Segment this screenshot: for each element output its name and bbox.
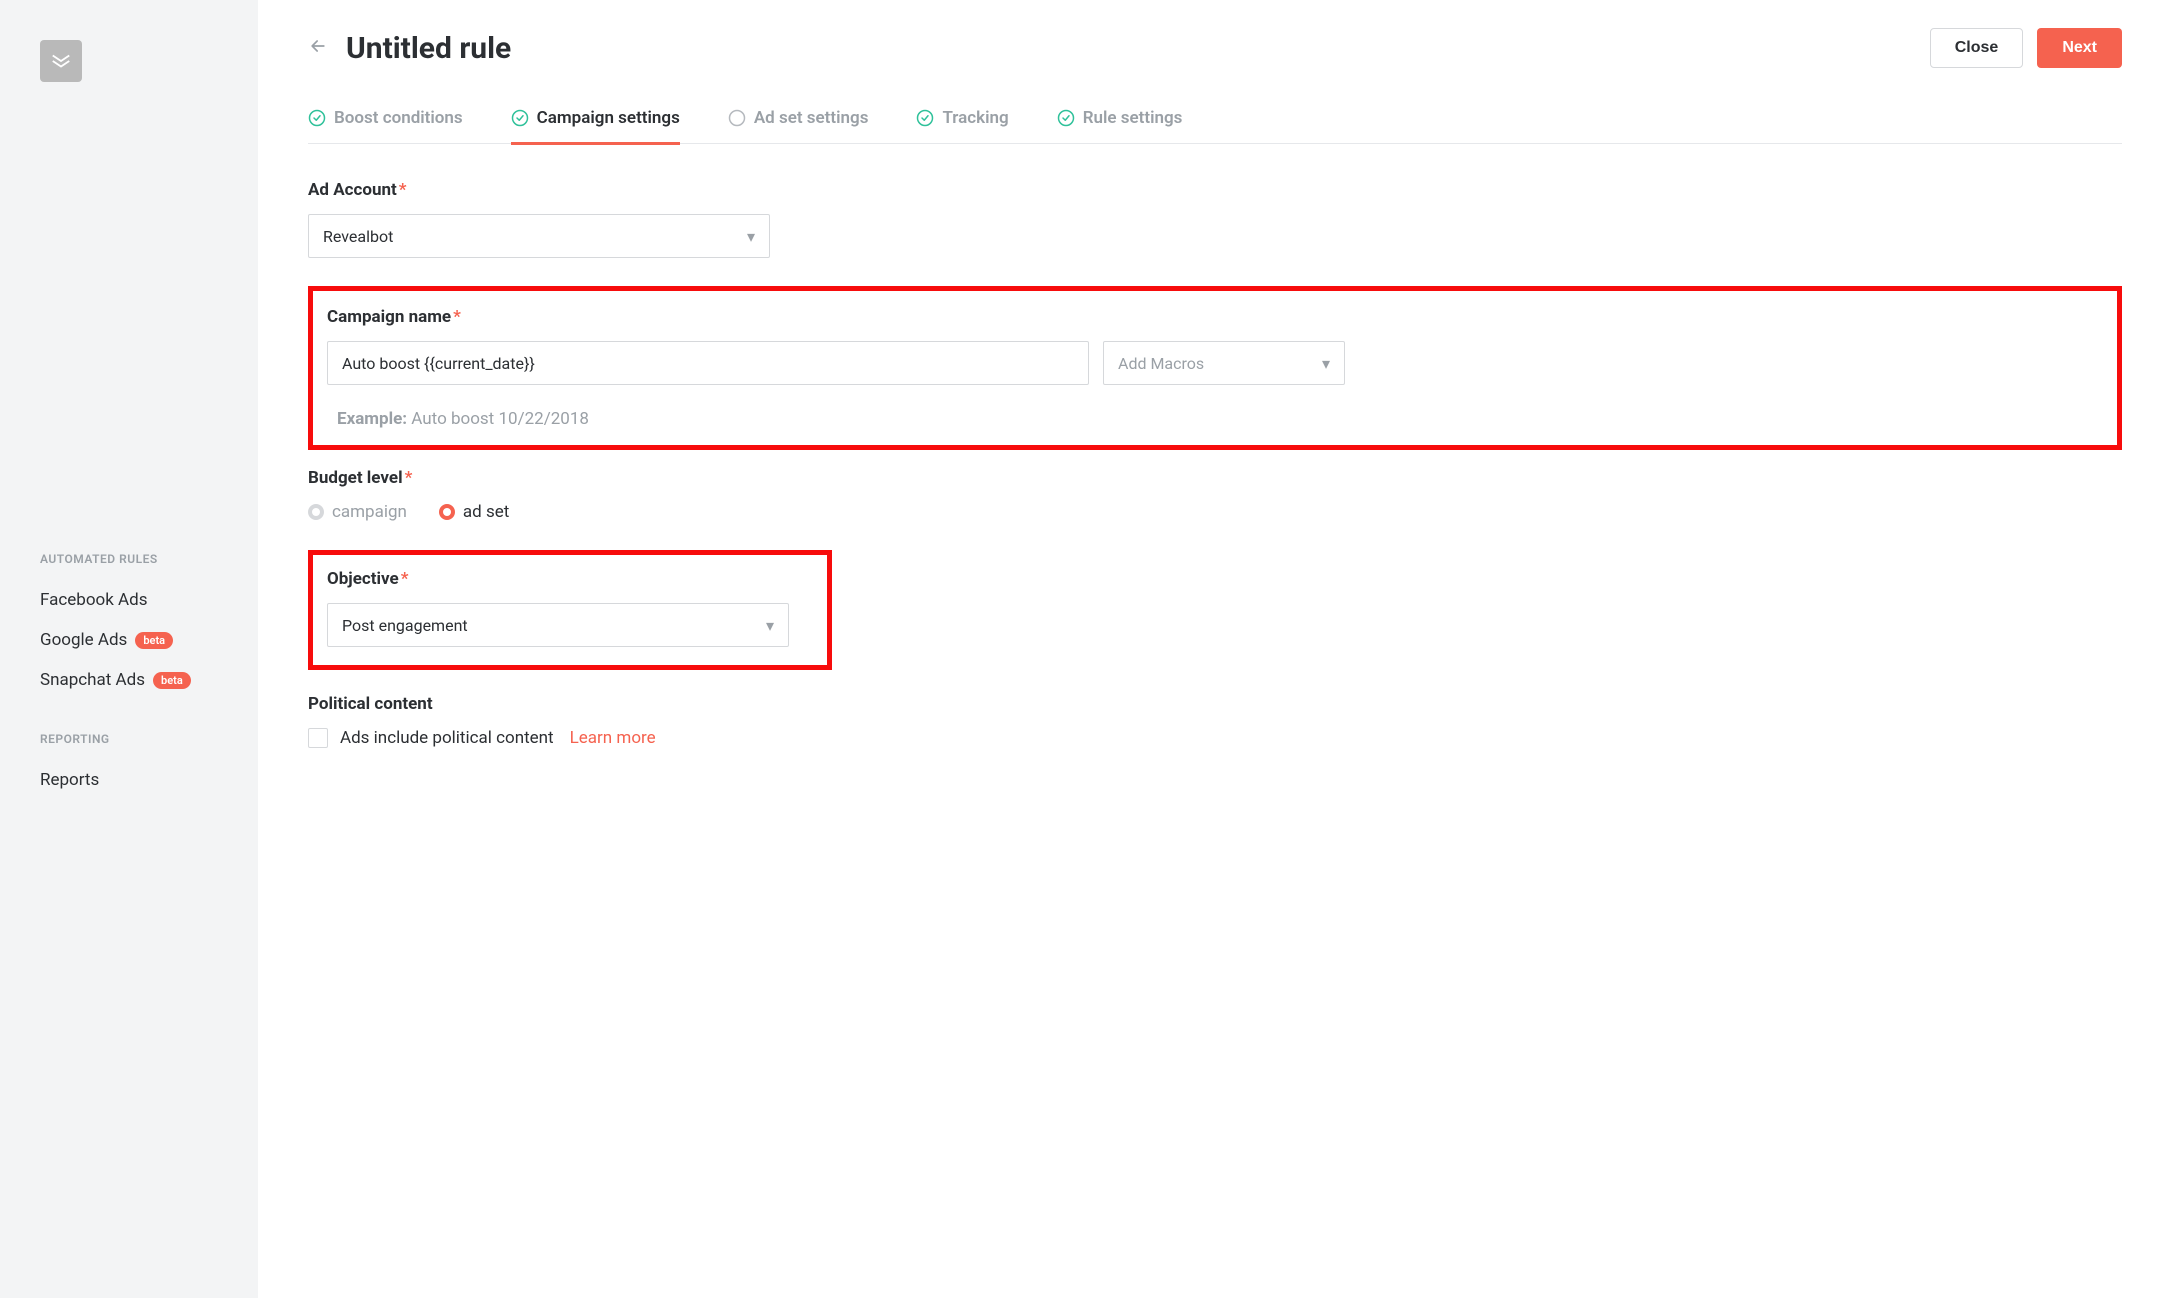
objective-label: Objective* [327,569,813,589]
check-circle-icon [308,109,326,127]
sidebar-item-facebook-ads[interactable]: Facebook Ads [0,580,258,620]
tab-ad-set-settings[interactable]: Ad set settings [728,108,869,145]
tab-label: Boost conditions [334,108,463,128]
tab-boost-conditions[interactable]: Boost conditions [308,108,463,145]
arrow-left-icon [308,36,328,56]
sidebar-section-automated-rules: AUTOMATED RULES [0,552,258,580]
tabs: Boost conditions Campaign settings Ad se… [308,108,2122,144]
radio-ad-set[interactable]: ad set [439,502,509,522]
political-checkbox[interactable] [308,728,328,748]
close-button[interactable]: Close [1930,28,2024,68]
sidebar-item-label: Reports [40,770,99,790]
logo[interactable] [40,40,82,82]
political-content-group: Political content Ads include political … [308,694,2122,748]
learn-more-link[interactable]: Learn more [570,728,656,748]
chevron-down-icon: ▾ [747,227,755,246]
budget-level-group: Budget level* campaign ad set [308,468,2122,522]
sidebar-item-reports[interactable]: Reports [0,760,258,800]
ad-account-label: Ad Account* [308,180,2122,200]
next-button[interactable]: Next [2037,28,2122,68]
campaign-name-highlight: Campaign name* Auto boost {{current_date… [308,286,2122,450]
logo-icon [50,50,72,72]
checkbox-label: Ads include political content [340,728,554,748]
ad-account-group: Ad Account* Revealbot ▾ [308,180,2122,258]
tab-tracking[interactable]: Tracking [916,108,1008,145]
beta-badge: beta [135,632,173,649]
chevron-down-icon: ▾ [766,616,774,635]
tab-label: Ad set settings [754,108,869,128]
check-circle-icon [511,109,529,127]
tab-campaign-settings[interactable]: Campaign settings [511,108,680,145]
sidebar-item-label: Snapchat Ads [40,670,145,690]
radio-icon [439,504,455,520]
tab-label: Tracking [942,108,1008,128]
sidebar-section-reporting: REPORTING [0,732,258,760]
sidebar-item-snapchat-ads[interactable]: Snapchat Ads beta [0,660,258,700]
tab-label: Rule settings [1083,108,1183,128]
select-value: Revealbot [323,227,393,246]
sidebar: AUTOMATED RULES Facebook Ads Google Ads … [0,0,258,1298]
budget-level-label: Budget level* [308,468,2122,488]
check-circle-icon [916,109,934,127]
campaign-name-example: Example: Auto boost 10/22/2018 [327,409,2103,429]
radio-icon [308,504,324,520]
select-value: Post engagement [342,616,468,635]
chevron-down-icon: ▾ [1322,354,1330,373]
ad-account-select[interactable]: Revealbot ▾ [308,214,770,258]
beta-badge: beta [153,672,191,689]
select-placeholder: Add Macros [1118,354,1204,373]
tab-rule-settings[interactable]: Rule settings [1057,108,1183,145]
radio-label: campaign [332,502,407,522]
objective-select[interactable]: Post engagement ▾ [327,603,789,647]
input-value: Auto boost {{current_date}} [342,354,535,373]
header: Untitled rule Close Next [308,28,2122,68]
sidebar-item-label: Facebook Ads [40,590,148,610]
campaign-name-input[interactable]: Auto boost {{current_date}} [327,341,1089,385]
sidebar-item-label: Google Ads [40,630,127,650]
main-content: Untitled rule Close Next Boost condition… [258,0,2172,1298]
campaign-name-label: Campaign name* [327,307,2103,327]
radio-campaign[interactable]: campaign [308,502,407,522]
sidebar-item-google-ads[interactable]: Google Ads beta [0,620,258,660]
tab-label: Campaign settings [537,108,680,128]
back-button[interactable] [308,36,328,60]
page-title: Untitled rule [346,31,511,66]
political-content-label: Political content [308,694,2122,714]
radio-label: ad set [463,502,509,522]
add-macros-select[interactable]: Add Macros ▾ [1103,341,1345,385]
objective-highlight: Objective* Post engagement ▾ [308,550,832,670]
check-circle-icon [1057,109,1075,127]
empty-circle-icon [728,109,746,127]
